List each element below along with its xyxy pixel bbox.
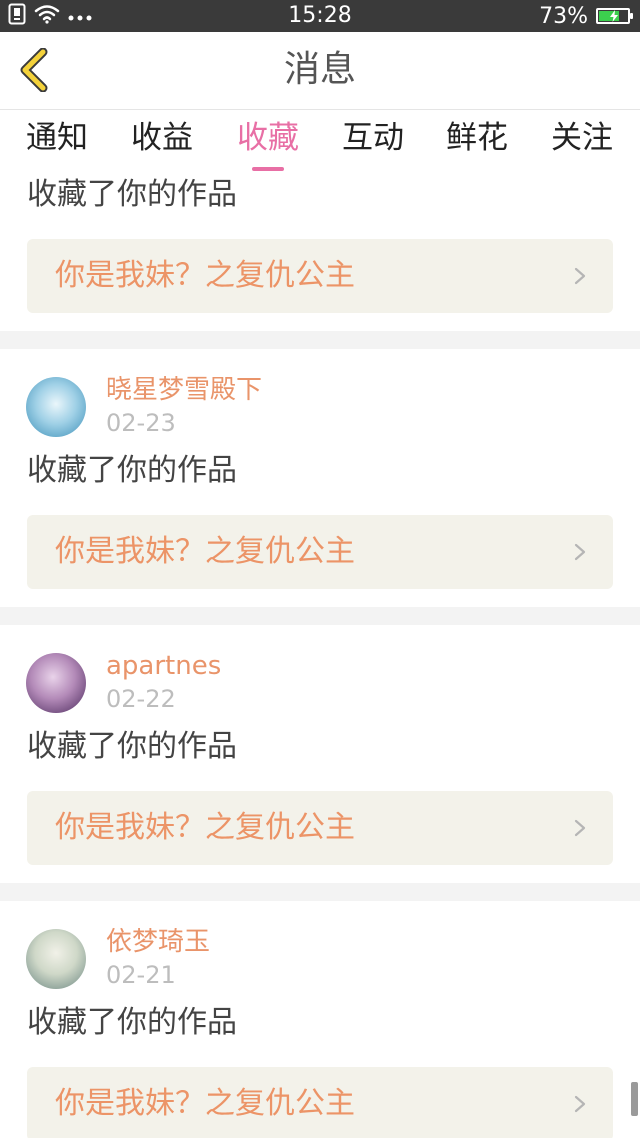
avatar[interactable]: [26, 653, 86, 713]
scrollbar-thumb[interactable]: [631, 1082, 638, 1116]
action-text: 收藏了你的作品: [27, 729, 237, 764]
battery-percent: 73%: [539, 3, 588, 29]
username[interactable]: 晓星梦雪殿下: [106, 373, 262, 407]
work-link[interactable]: 你是我妹？之复仇公主: [27, 239, 613, 313]
status-right: 73%: [539, 0, 633, 32]
work-link[interactable]: 你是我妹？之复仇公主: [27, 791, 613, 865]
list-item: 02-24 收藏了你的作品 你是我妹？之复仇公主: [0, 174, 640, 331]
username[interactable]: apartnes: [106, 649, 221, 683]
work-title: 你是我妹？之复仇公主: [55, 534, 355, 569]
date: 02-22: [106, 685, 176, 713]
work-title: 你是我妹？之复仇公主: [55, 258, 355, 293]
avatar[interactable]: [26, 929, 86, 989]
action-text: 收藏了你的作品: [27, 1005, 237, 1040]
tab-interactions[interactable]: 互动: [321, 116, 425, 160]
action-text: 收藏了你的作品: [27, 453, 237, 488]
app-header: 消息: [0, 32, 640, 110]
chevron-right-icon: [574, 1095, 586, 1113]
work-title: 你是我妹？之复仇公主: [55, 810, 355, 845]
list-item: apartnes 02-22 收藏了你的作品 你是我妹？之复仇公主: [0, 625, 640, 883]
tab-bar: 通知 收益 收藏 互动 鲜花 关注: [0, 110, 640, 174]
battery-icon: [596, 8, 633, 24]
list-item: 晓星梦雪殿下 02-23 收藏了你的作品 你是我妹？之复仇公主: [0, 349, 640, 607]
feed-list: 02-24 收藏了你的作品 你是我妹？之复仇公主 晓星梦雪殿下 02-23 收藏…: [0, 174, 640, 1138]
tab-flowers[interactable]: 鲜花: [425, 116, 529, 160]
tab-notifications[interactable]: 通知: [5, 116, 109, 160]
list-item: 依梦琦玉 02-21 收藏了你的作品 你是我妹？之复仇公主: [0, 901, 640, 1138]
favorites-feed[interactable]: 02-24 收藏了你的作品 你是我妹？之复仇公主 晓星梦雪殿下 02-23 收藏…: [0, 174, 640, 1138]
status-bar: 15:28 73%: [0, 0, 640, 32]
tab-following[interactable]: 关注: [530, 116, 634, 160]
work-link[interactable]: 你是我妹？之复仇公主: [27, 1067, 613, 1138]
date: 02-23: [106, 409, 176, 437]
chevron-right-icon: [574, 543, 586, 561]
page-title: 消息: [283, 49, 356, 90]
chevron-right-icon: [574, 267, 586, 285]
action-text: 收藏了你的作品: [27, 177, 237, 212]
work-link[interactable]: 你是我妹？之复仇公主: [27, 515, 613, 589]
date: 02-21: [106, 961, 176, 989]
charging-bolt-icon: [610, 10, 618, 22]
work-title: 你是我妹？之复仇公主: [55, 1086, 355, 1121]
avatar[interactable]: [26, 377, 86, 437]
chevron-right-icon: [574, 819, 586, 837]
username[interactable]: 依梦琦玉: [106, 925, 210, 959]
tab-favorites[interactable]: 收藏: [216, 116, 320, 171]
tab-earnings[interactable]: 收益: [110, 116, 214, 160]
